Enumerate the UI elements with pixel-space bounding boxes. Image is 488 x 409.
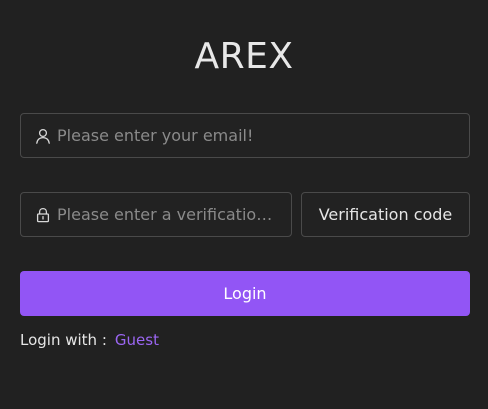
- login-with-row: Login with : Guest: [20, 329, 159, 351]
- verification-code-field[interactable]: [20, 192, 292, 237]
- email-field[interactable]: [20, 113, 470, 158]
- lock-icon: [35, 207, 51, 223]
- user-icon: [35, 128, 51, 144]
- get-verification-code-button[interactable]: Verification code: [301, 192, 470, 237]
- guest-login-link[interactable]: Guest: [115, 331, 159, 349]
- verification-code-button-label: Verification code: [318, 205, 453, 224]
- verification-code-input[interactable]: [57, 205, 291, 224]
- login-page: AREX Verification code Login Login with …: [0, 0, 488, 409]
- login-button-label: Login: [223, 284, 267, 303]
- app-title: AREX: [194, 36, 294, 77]
- login-button[interactable]: Login: [20, 271, 470, 316]
- email-input[interactable]: [57, 126, 469, 145]
- login-with-label: Login with :: [20, 331, 107, 349]
